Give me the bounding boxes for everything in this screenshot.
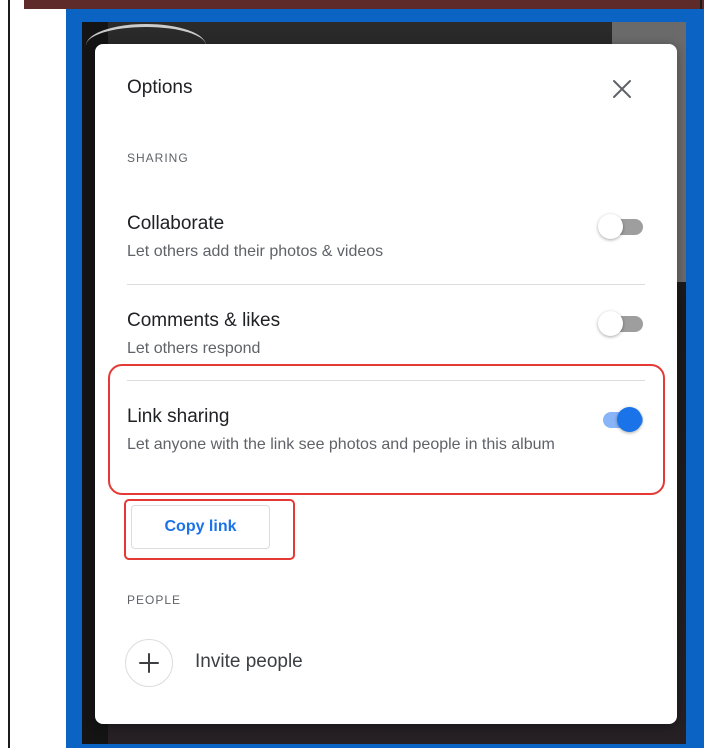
options-dialog: Options SHARING Collaborate Let others a… [95,44,677,724]
option-title: Collaborate [127,213,225,234]
invite-circle [125,639,173,687]
option-title: Link sharing [127,406,230,427]
link-sharing-toggle[interactable] [595,404,647,434]
divider [127,284,645,285]
toggle-knob [598,311,623,336]
close-icon [613,80,631,98]
top-strip [24,0,704,9]
collaborate-toggle[interactable] [595,211,647,241]
close-button[interactable] [605,74,639,104]
sharing-section-label: SHARING [127,151,189,165]
option-collaborate: Collaborate Let others add their photos … [127,212,645,265]
invite-people-label: Invite people [195,651,303,672]
people-section-label: PEOPLE [127,593,182,607]
option-description: Let others add their photos & videos [127,243,384,260]
option-description: Let others respond [127,340,261,357]
plus-icon [139,653,159,673]
dialog-title: Options [127,77,193,98]
toggle-knob [617,407,642,432]
copy-link-button[interactable]: Copy link [131,505,270,549]
option-link-sharing: Link sharing Let anyone with the link se… [127,405,645,458]
divider [127,380,645,381]
toggle-knob [598,214,623,239]
option-description: Let anyone with the link see photos and … [127,436,555,453]
option-title: Comments & likes [127,310,281,331]
left-border [8,0,10,748]
comments-likes-toggle[interactable] [595,308,647,338]
option-comments-likes: Comments & likes Let others respond [127,309,645,362]
